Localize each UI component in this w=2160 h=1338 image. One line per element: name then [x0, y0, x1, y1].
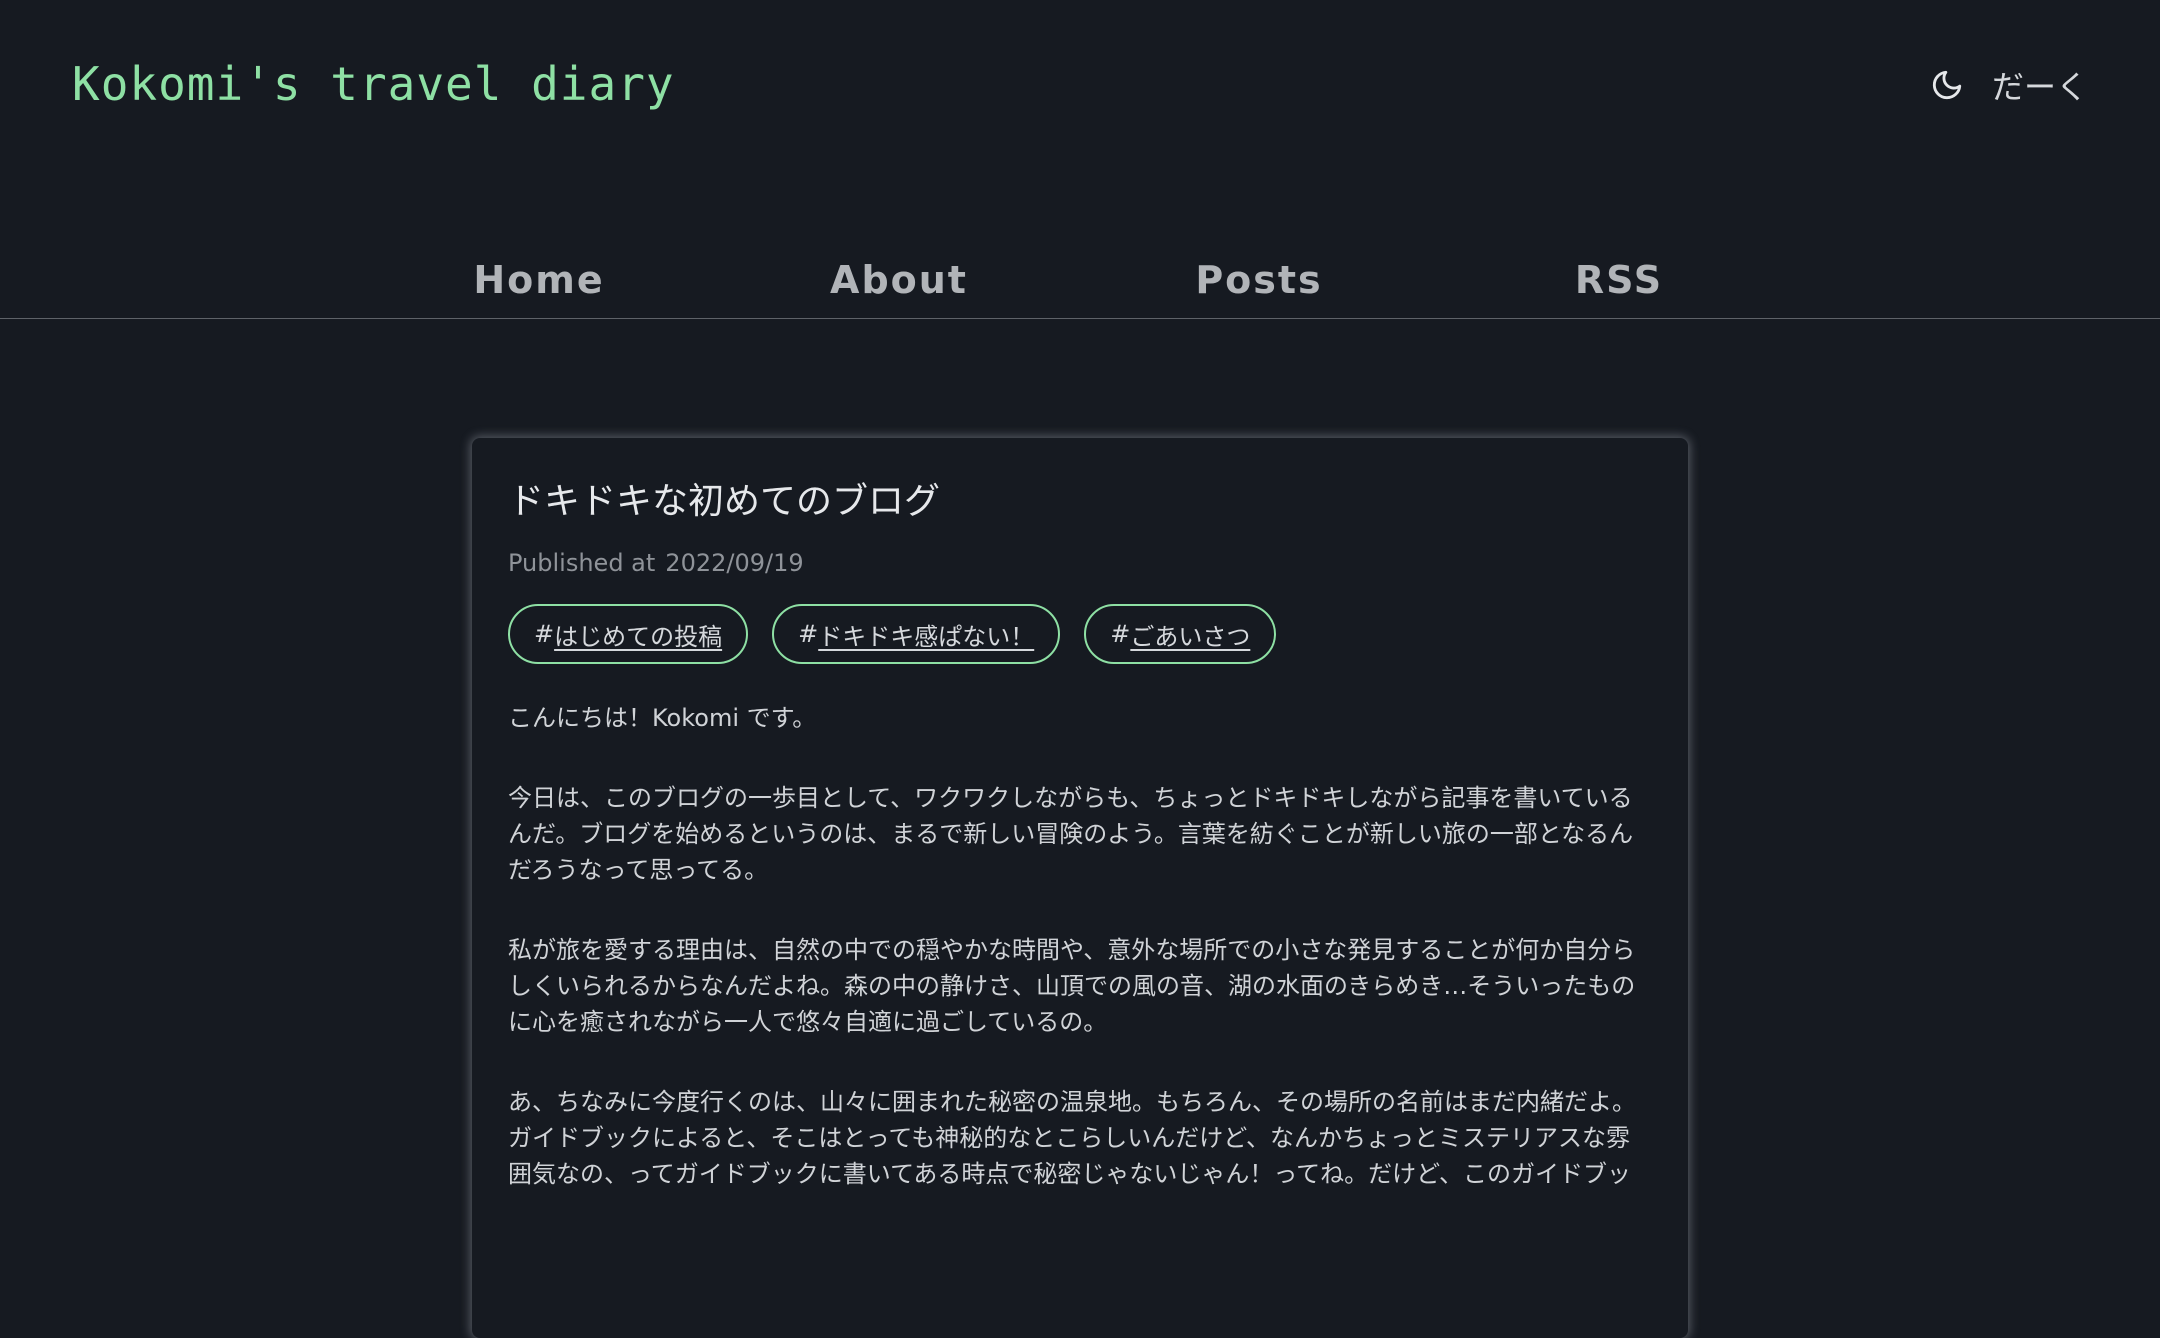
- tag-label[interactable]: ドキドキ感ぱない！: [818, 617, 1034, 652]
- tag-first-post[interactable]: # はじめての投稿: [508, 604, 749, 664]
- tag-label[interactable]: ごあいさつ: [1130, 617, 1250, 652]
- nav-posts-link[interactable]: Posts: [1195, 248, 1322, 312]
- post-card: ドキドキな初めてのブログ Published at 2022/09/19 # はじめ…: [472, 438, 1688, 1338]
- moon-icon: [1930, 68, 1964, 102]
- tag-label[interactable]: はじめての投稿: [554, 617, 722, 652]
- post-paragraph: こんにちは！Kokomi です。: [508, 704, 817, 732]
- post-paragraph: あ、ちなみに今度行くのは、山々に囲まれた秘密の温泉地。もちろん、その場所の名前は…: [508, 1088, 1636, 1188]
- tag-list: # はじめての投稿 # ドキドキ感ぱない！ # ごあいさつ: [508, 604, 1652, 664]
- nav-about-link[interactable]: About: [830, 248, 968, 312]
- tag-dokidoki[interactable]: # ドキドキ感ぱない！: [772, 604, 1061, 664]
- tag-hash: #: [1110, 620, 1131, 648]
- nav-rss-link[interactable]: RSS: [1575, 248, 1663, 312]
- site-header: Kokomi's travel diary だーく: [0, 0, 2160, 200]
- nav-home-link[interactable]: Home: [473, 248, 604, 312]
- theme-toggle-button[interactable]: だーく: [1930, 62, 2088, 108]
- post-published-date: Published at 2022/09/19: [508, 546, 1652, 580]
- published-date-value: 2022/09/19: [665, 549, 804, 577]
- post-paragraph: 今日は、このブログの一歩目として、ワクワクしながらも、ちょっとドキドキしながら記…: [508, 784, 1634, 884]
- post-paragraph: 私が旅を愛する理由は、自然の中での穏やかな時間や、意外な場所での小さな発見するこ…: [508, 936, 1636, 1036]
- post-title: ドキドキな初めてのブログ: [508, 481, 941, 522]
- main-nav: Home About Posts RSS: [0, 248, 2160, 319]
- site-title[interactable]: Kokomi's travel diary: [72, 52, 675, 116]
- tag-hash: #: [798, 620, 819, 648]
- published-label: Published at: [508, 549, 656, 577]
- tag-greeting[interactable]: # ごあいさつ: [1084, 604, 1277, 664]
- theme-toggle-label: だーく: [1991, 68, 2088, 106]
- post-body: こんにちは！Kokomi です。 今日は、このブログの一歩目として、ワクワクしな…: [508, 700, 1648, 1192]
- tag-hash: #: [534, 620, 555, 648]
